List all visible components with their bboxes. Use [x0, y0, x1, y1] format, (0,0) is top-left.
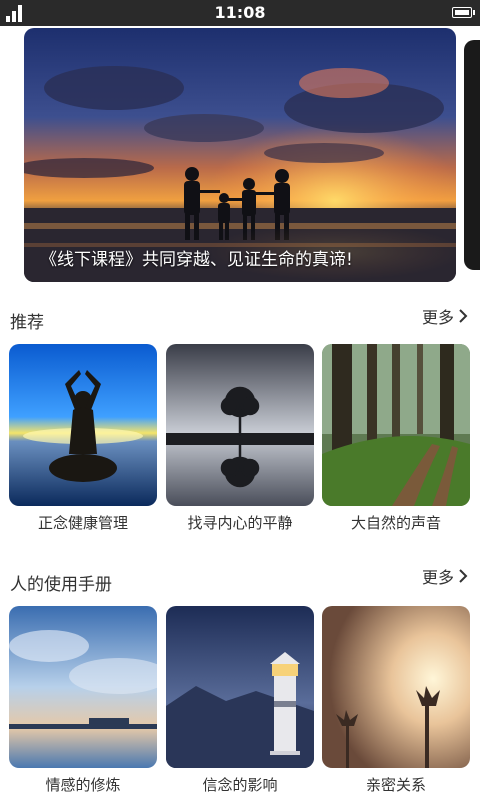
section-title-recommend: 推荐	[10, 313, 44, 333]
family-sunset-image	[24, 28, 456, 282]
meditation-image	[9, 344, 157, 506]
next-banner-peek[interactable]	[464, 40, 480, 270]
tree-reflection-image	[166, 344, 314, 506]
more-button-recommend[interactable]: 更多	[422, 304, 468, 328]
status-time: 11:08	[214, 3, 266, 22]
chevron-right-icon	[459, 309, 468, 323]
course-card[interactable]: 情感的修炼	[9, 606, 157, 795]
course-card[interactable]: 亲密关系	[322, 606, 470, 795]
more-button-manual[interactable]: 更多	[422, 564, 468, 588]
section-title-manual: 人的使用手册	[10, 575, 112, 595]
course-title: 情感的修炼	[45, 776, 121, 794]
course-card[interactable]: 找寻内心的平静	[166, 344, 314, 533]
sky-lake-image	[9, 606, 157, 768]
status-bar: 11:08	[0, 0, 480, 26]
course-card[interactable]: 信念的影响	[166, 606, 314, 795]
banner-caption: 《线下课程》共同穿越、见证生命的真谛!	[40, 250, 353, 270]
forest-path-image	[322, 344, 470, 506]
lighthouse-image	[166, 606, 314, 768]
flower-sunset-image	[322, 606, 470, 768]
course-title: 亲密关系	[365, 776, 426, 794]
battery-icon	[452, 7, 475, 18]
more-label: 更多	[421, 308, 454, 327]
chevron-right-icon	[459, 569, 468, 583]
course-title: 大自然的声音	[350, 514, 441, 532]
course-title: 找寻内心的平静	[187, 514, 293, 532]
course-card[interactable]: 大自然的声音	[322, 344, 470, 533]
course-card[interactable]: 正念健康管理	[9, 344, 157, 533]
more-label: 更多	[421, 568, 454, 587]
course-title: 正念健康管理	[37, 514, 128, 532]
featured-banner[interactable]: 《线下课程》共同穿越、见证生命的真谛!	[24, 28, 456, 282]
course-title: 信念的影响	[202, 776, 278, 794]
